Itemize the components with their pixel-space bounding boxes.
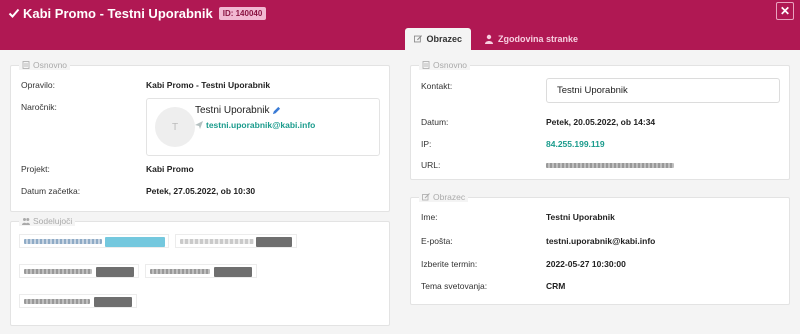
url-label: URL: (421, 160, 441, 170)
edit-icon (422, 193, 430, 201)
id-badge: ID: 140040 (218, 6, 267, 20)
datum-label: Datum: (421, 117, 449, 127)
obrazec-legend: Obrazec (419, 192, 469, 202)
url-value-redacted (546, 163, 674, 168)
page-title: Kabi Promo - Testni Uporabnik (23, 5, 213, 21)
projekt-value: Kabi Promo (146, 164, 194, 174)
datum-zacetka-value: Petek, 27.05.2022, ob 10:30 (146, 186, 256, 196)
pencil-icon[interactable] (272, 106, 281, 115)
check-icon (8, 8, 20, 18)
tema-value: CRM (546, 281, 566, 291)
osnovno-section-right: Osnovno Kontakt: Testni Uporabnik Datum:… (410, 60, 790, 180)
tab-zgodovina-label: Zgodovina stranke (498, 34, 579, 44)
contact-name[interactable]: Testni Uporabnik (195, 105, 281, 116)
osnovno-section-left: Osnovno Opravilo: Kabi Promo - Testni Up… (10, 60, 390, 212)
participant-chip[interactable] (175, 234, 297, 248)
ime-value: Testni Uporabnik (546, 212, 615, 222)
participant-chip[interactable] (19, 294, 137, 308)
participant-chip[interactable] (19, 264, 139, 278)
eposta-label: E-pošta: (421, 236, 453, 246)
osnovno-legend: Osnovno (19, 60, 71, 70)
users-icon (22, 218, 30, 225)
header-title-row: Kabi Promo - Testni Uporabnik ID: 140040 (8, 4, 267, 22)
send-icon (195, 121, 203, 129)
ime-label: Ime: (421, 212, 438, 222)
close-button[interactable]: ✕ (776, 2, 794, 20)
opravilo-value: Kabi Promo - Testni Uporabnik (146, 80, 271, 90)
narocnik-label: Naročnik: (21, 102, 57, 112)
tab-obrazec-label: Obrazec (426, 34, 462, 44)
participant-chip[interactable] (145, 264, 257, 278)
termin-label: Izberite termin: (421, 259, 478, 269)
ip-value[interactable]: 84.255.199.119 (546, 139, 605, 149)
osnovno-legend-right: Osnovno (419, 60, 471, 70)
document-icon (422, 61, 430, 69)
user-icon (485, 34, 493, 44)
termin-value: 2022-05-27 10:30:00 (546, 259, 626, 269)
kontakt-label: Kontakt: (421, 81, 453, 91)
sodelujoci-legend: Sodelujoči (19, 216, 76, 226)
opravilo-label: Opravilo: (21, 80, 56, 90)
tema-label: Tema svetovanja: (421, 281, 488, 291)
datum-zacetka-label: Datum začetka: (21, 186, 81, 196)
contact-email[interactable]: testni.uporabnik@kabi.info (195, 120, 315, 130)
eposta-value: testni.uporabnik@kabi.info (546, 236, 656, 246)
edit-icon (414, 35, 422, 43)
participant-chip[interactable] (19, 234, 169, 248)
avatar: T (155, 107, 195, 147)
kontakt-field[interactable]: Testni Uporabnik (546, 78, 780, 103)
tab-obrazec[interactable]: Obrazec (405, 28, 471, 50)
document-icon (22, 61, 30, 69)
datum-value: Petek, 20.05.2022, ob 14:34 (546, 117, 656, 127)
projekt-label: Projekt: (21, 164, 50, 174)
tab-zgodovina-stranke[interactable]: Zgodovina stranke (475, 28, 587, 50)
obrazec-section: Obrazec Ime: Testni Uporabnik E-pošta: t… (410, 192, 790, 305)
ip-label: IP: (421, 139, 432, 149)
contact-card: T Testni Uporabnik testni.uporabnik@kabi… (146, 98, 380, 156)
sodelujoci-section: Sodelujoči (10, 216, 390, 326)
